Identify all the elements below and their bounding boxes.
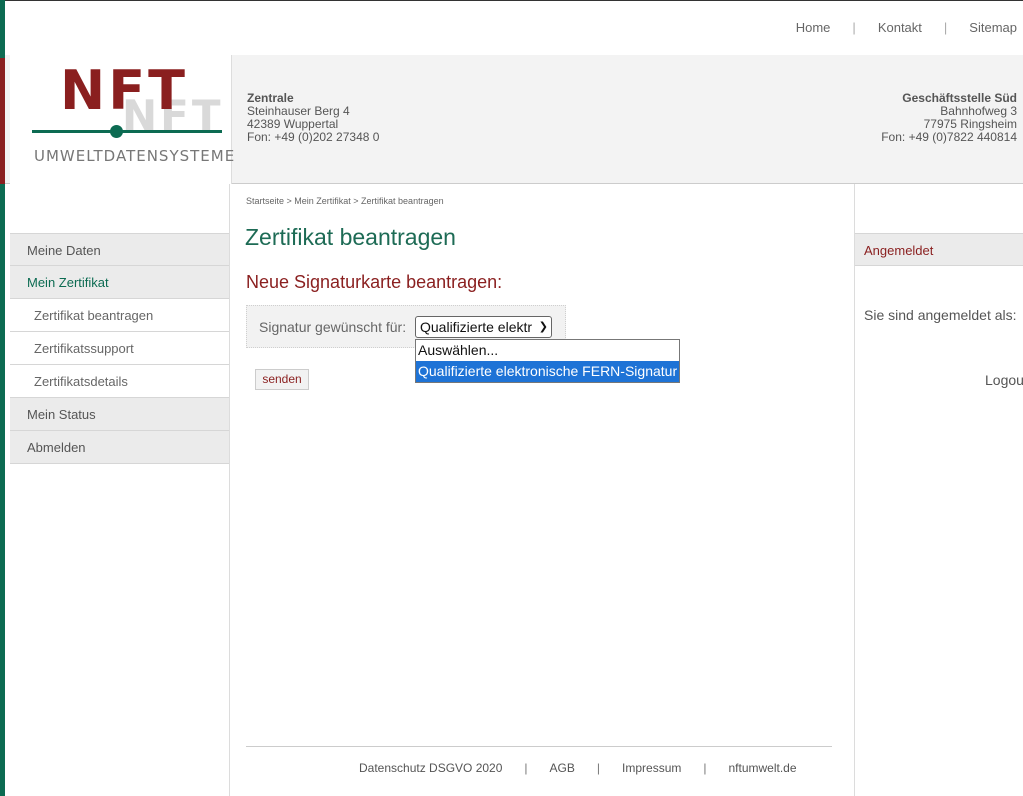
- sidebar-subitem-zertifikatsdetails[interactable]: Zertifikatsdetails: [10, 365, 229, 398]
- address-phone: Fon: +49 (0)7822 440814: [881, 130, 1017, 144]
- nav-separator: |: [943, 20, 948, 35]
- logout-link[interactable]: Logout: [985, 372, 1023, 388]
- footer-separator: |: [703, 761, 707, 775]
- signed-in-text: Sie sind angemeldet als:: [864, 307, 1017, 323]
- chevron-down-icon: ❯: [538, 321, 548, 333]
- login-status-heading: Angemeldet: [864, 243, 934, 258]
- top-navigation: Home | Kontakt | Sitemap: [5, 0, 1023, 55]
- footer-link-website[interactable]: nftumwelt.de: [728, 761, 796, 775]
- footer-divider: [246, 746, 832, 747]
- sidebar-divider: [229, 184, 230, 796]
- section-subtitle: Neue Signaturkarte beantragen:: [246, 272, 503, 292]
- footer-link-agb[interactable]: AGB: [550, 761, 575, 775]
- logo-mark: NFT: [60, 59, 188, 122]
- nav-home-link[interactable]: Home: [796, 20, 831, 35]
- sidebar-item-abmelden[interactable]: Abmelden: [10, 431, 229, 464]
- address-branch-south: Geschäftsstelle Süd Bahnhofweg 3 77975 R…: [881, 92, 1017, 144]
- sidebar: Meine Daten Mein Zertifikat Zertifikat b…: [10, 233, 229, 464]
- send-button[interactable]: senden: [255, 369, 309, 390]
- select-current-value: Qualifizierte elektr: [420, 319, 533, 335]
- sidebar-subitem-zertifikatssupport[interactable]: Zertifikatssupport: [10, 332, 229, 365]
- logo-line: [32, 130, 222, 133]
- right-column-divider: [854, 184, 855, 796]
- sidebar-item-meine-daten[interactable]: Meine Daten: [10, 233, 229, 266]
- breadcrumb: Startseite > Mein Zertifikat > Zertifika…: [246, 196, 444, 206]
- footer-separator: |: [524, 761, 528, 775]
- nav-sitemap-link[interactable]: Sitemap: [969, 20, 1017, 35]
- page-title: Zertifikat beantragen: [245, 224, 456, 250]
- sidebar-subitem-zertifikat-beantragen[interactable]: Zertifikat beantragen: [10, 299, 229, 332]
- sidebar-item-mein-zertifikat[interactable]: Mein Zertifikat: [10, 266, 229, 299]
- login-status-header: Angemeldet: [855, 233, 1023, 266]
- logo-dot-icon: [110, 125, 123, 138]
- nav-kontakt-link[interactable]: Kontakt: [878, 20, 922, 35]
- address-headquarters: Zentrale Steinhauser Berg 4 42389 Wupper…: [247, 92, 379, 144]
- sidebar-item-mein-status[interactable]: Mein Status: [10, 398, 229, 431]
- nav-separator: |: [852, 20, 856, 35]
- signature-type-label: Signatur gewünscht für:: [259, 319, 407, 335]
- dropdown-option-fern-signatur[interactable]: Qualifizierte elektronische FERN-Signatu…: [416, 361, 679, 382]
- logo-subtitle: UMWELTDATENSYSTEME: [34, 147, 236, 165]
- site-logo[interactable]: NFT NFT UMWELTDATENSYSTEME: [10, 55, 236, 184]
- signature-type-select[interactable]: Qualifizierte elektr ❯: [415, 316, 552, 338]
- footer: Datenschutz DSGVO 2020 | AGB | Impressum…: [359, 761, 797, 775]
- signature-type-dropdown: Auswählen... Qualifizierte elektronische…: [415, 339, 680, 383]
- site-header: NFT NFT UMWELTDATENSYSTEME Zentrale Stei…: [5, 55, 1023, 184]
- footer-separator: |: [596, 761, 601, 775]
- address-phone: Fon: +49 (0)202 27348 0: [247, 130, 380, 144]
- footer-link-datenschutz[interactable]: Datenschutz DSGVO 2020: [359, 761, 502, 775]
- dropdown-option-auswaehlen[interactable]: Auswählen...: [416, 340, 679, 361]
- top-nav-links: Home | Kontakt | Sitemap: [796, 20, 1017, 35]
- footer-link-impressum[interactable]: Impressum: [622, 761, 681, 775]
